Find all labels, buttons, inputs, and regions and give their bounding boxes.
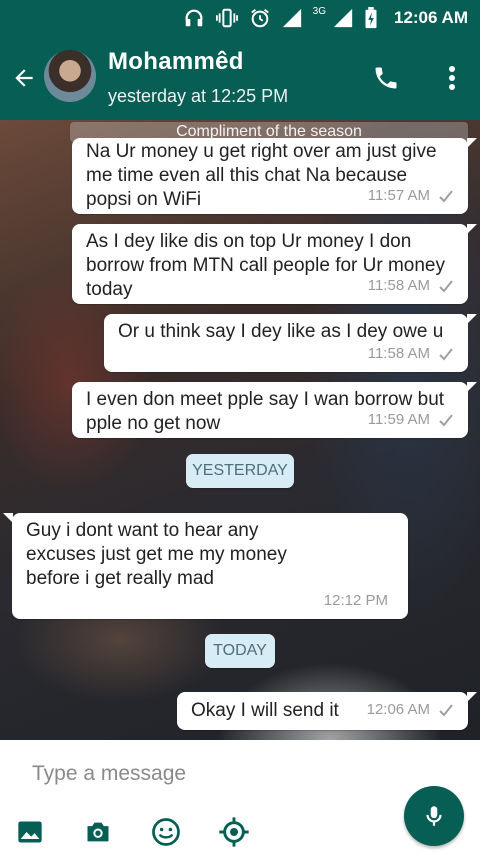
message-text: Okay I will send it — [191, 700, 339, 721]
status-time: 12:06 AM — [393, 8, 468, 27]
message-time: 11:58 AM — [367, 345, 430, 362]
message-bubble[interactable]: I even don meet pple say I wan borrow bu… — [72, 382, 477, 438]
contact-avatar[interactable] — [44, 50, 96, 102]
attachment-row — [14, 816, 250, 848]
message-meta: 11:58 AM — [368, 274, 454, 298]
date-divider: TODAY — [205, 634, 275, 668]
message-bubble[interactable]: Okay I will send it 12:06 AM — [177, 692, 477, 730]
contact-name[interactable]: Mohammêd — [108, 48, 244, 76]
alarm-icon — [249, 7, 271, 29]
emoji-icon[interactable] — [150, 816, 182, 848]
message-time: 12:06 AM — [366, 701, 430, 718]
message-meta: 12:12 PM — [324, 589, 388, 613]
sent-check-icon — [439, 348, 453, 361]
message-text: Or u think say I dey like as I dey owe u — [118, 321, 444, 342]
headphones-icon — [183, 7, 205, 29]
message-time: 11:57 AM — [367, 187, 430, 204]
message-text: Guy i dont want to hear any excuses just… — [26, 520, 287, 589]
message-time: 11:58 AM — [367, 277, 430, 294]
message-bubble[interactable]: As I dey like dis on top Ur money I don … — [72, 224, 477, 304]
sent-check-icon — [439, 704, 453, 717]
sent-check-icon — [439, 190, 453, 203]
message-bubble[interactable]: Guy i dont want to hear any excuses just… — [3, 513, 408, 619]
message-bubble[interactable]: Or u think say I dey like as I dey owe u… — [104, 314, 477, 372]
message-time: 11:59 AM — [367, 411, 430, 428]
message-meta: 11:58 AM — [368, 342, 454, 366]
message-meta: 11:59 AM — [368, 408, 454, 432]
arrow-left-icon — [15, 69, 33, 87]
voice-record-button[interactable] — [404, 786, 464, 846]
gallery-icon[interactable] — [14, 816, 46, 848]
last-seen-status: yesterday at 12:25 PM — [108, 86, 289, 106]
message-bubble[interactable]: Na Ur money u get right over am just giv… — [72, 138, 477, 214]
microphone-icon — [426, 806, 442, 826]
status-bar: 3G 12:06 AM — [0, 0, 480, 36]
signal-icon — [281, 7, 303, 29]
message-input[interactable]: Type a message — [32, 762, 186, 786]
message-composer: Type a message — [0, 740, 480, 854]
battery-charging-icon — [364, 7, 378, 29]
network-type-label: 3G — [312, 5, 326, 17]
phone-icon — [375, 67, 397, 89]
location-icon[interactable] — [218, 816, 250, 848]
message-meta: 12:06 AM — [367, 698, 454, 722]
sent-check-icon — [439, 280, 453, 293]
camera-icon[interactable] — [82, 816, 114, 848]
message-time: 12:12 PM — [323, 592, 388, 609]
signal-icon-secondary — [332, 7, 354, 29]
overflow-menu-button[interactable] — [444, 62, 460, 94]
status-icons: 3G 12:06 AM — [183, 6, 468, 30]
vibrate-icon — [215, 7, 239, 29]
sent-check-icon — [439, 414, 453, 427]
message-meta: 11:57 AM — [368, 184, 454, 208]
chat-area[interactable]: Compliment of the season Na Ur money u g… — [0, 120, 480, 740]
voice-call-button[interactable] — [370, 62, 402, 94]
more-vertical-icon — [449, 66, 455, 90]
back-button[interactable] — [8, 60, 40, 96]
date-divider: YESTERDAY — [186, 454, 294, 488]
chat-header: Mohammêd yesterday at 12:25 PM — [0, 36, 480, 120]
